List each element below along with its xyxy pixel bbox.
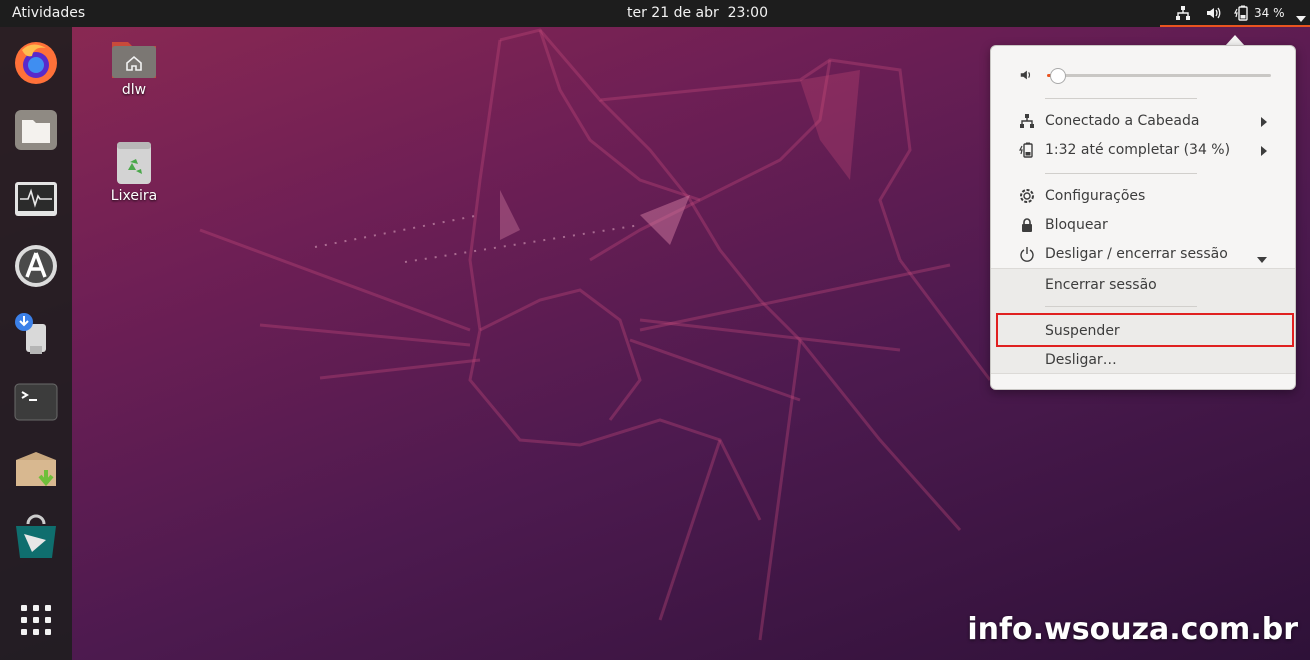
logout-item[interactable]: Encerrar sessão <box>991 271 1295 299</box>
battery-label: 1:32 até completar (34 %) <box>1045 142 1231 158</box>
settings-label: Configurações <box>1045 188 1146 204</box>
top-bar: Atividades ter 21 de abr 23:00 34 % <box>0 0 1310 27</box>
power-off-label: Desligar… <box>1045 352 1117 368</box>
battery-percent: 34 % <box>1254 6 1285 20</box>
archive-installer-launcher[interactable] <box>12 446 60 494</box>
files-icon <box>15 110 57 150</box>
terminal-icon <box>14 383 58 421</box>
battery-item[interactable]: 1:32 até completar (34 %) <box>991 136 1295 164</box>
logout-label: Encerrar sessão <box>1045 277 1157 293</box>
power-off-logout-item[interactable]: Desligar / encerrar sessão <box>991 240 1295 268</box>
usb-installer-launcher[interactable] <box>12 310 60 358</box>
system-tray[interactable]: 34 % <box>1160 0 1310 27</box>
gear-icon <box>1019 188 1035 204</box>
terminal-launcher[interactable] <box>12 378 60 426</box>
desktop-trash[interactable]: Lixeira <box>94 140 174 204</box>
shopping-bag-icon <box>16 514 56 558</box>
software-center-icon <box>15 245 57 287</box>
watermark: info.wsouza.com.br <box>967 612 1298 647</box>
chevron-right-icon <box>1261 115 1267 131</box>
firefox-icon <box>15 42 57 84</box>
package-icon <box>16 452 56 487</box>
trash-label: Lixeira <box>110 188 158 204</box>
trash-icon <box>117 142 151 184</box>
power-off-logout-label: Desligar / encerrar sessão <box>1045 246 1228 262</box>
app-grid-icon <box>21 605 51 635</box>
network-icon <box>1019 113 1035 129</box>
network-icon <box>1175 5 1191 25</box>
battery-charging-icon <box>1019 142 1035 158</box>
settings-item[interactable]: Configurações <box>991 182 1295 210</box>
chevron-down-icon <box>1257 251 1267 267</box>
separator <box>1045 173 1197 174</box>
separator <box>1045 306 1197 307</box>
home-folder-icon <box>112 42 156 78</box>
software-launcher[interactable] <box>12 242 60 290</box>
power-off-item[interactable]: Desligar… <box>991 346 1295 374</box>
files-launcher[interactable] <box>12 106 60 154</box>
show-applications-button[interactable] <box>12 596 60 644</box>
clock[interactable]: ter 21 de abr 23:00 <box>627 5 768 21</box>
volume-slider[interactable] <box>1047 74 1271 77</box>
usb-drive-icon <box>15 313 46 354</box>
battery-charging-icon <box>1234 5 1250 25</box>
volume-icon <box>1205 5 1221 25</box>
chevron-right-icon <box>1261 144 1267 160</box>
suspend-highlight-box <box>996 313 1294 347</box>
store-launcher[interactable] <box>12 514 60 562</box>
firefox-launcher[interactable] <box>12 38 60 86</box>
system-monitor-launcher[interactable] <box>12 174 60 222</box>
lock-icon <box>1019 217 1035 233</box>
power-icon <box>1019 246 1035 262</box>
volume-icon <box>1019 68 1033 86</box>
home-folder-label: dlw <box>121 82 147 98</box>
volume-slider-handle[interactable] <box>1050 68 1067 84</box>
network-item[interactable]: Conectado a Cabeada <box>991 107 1295 135</box>
activities-button[interactable]: Atividades <box>12 5 85 21</box>
dock <box>0 27 72 660</box>
lock-label: Bloquear <box>1045 217 1108 233</box>
lock-item[interactable]: Bloquear <box>991 211 1295 239</box>
separator <box>1045 98 1197 99</box>
network-label: Conectado a Cabeada <box>1045 113 1200 129</box>
chevron-down-icon <box>1296 10 1306 26</box>
system-monitor-icon <box>15 182 57 216</box>
desktop-home-folder[interactable]: dlw <box>94 36 174 98</box>
